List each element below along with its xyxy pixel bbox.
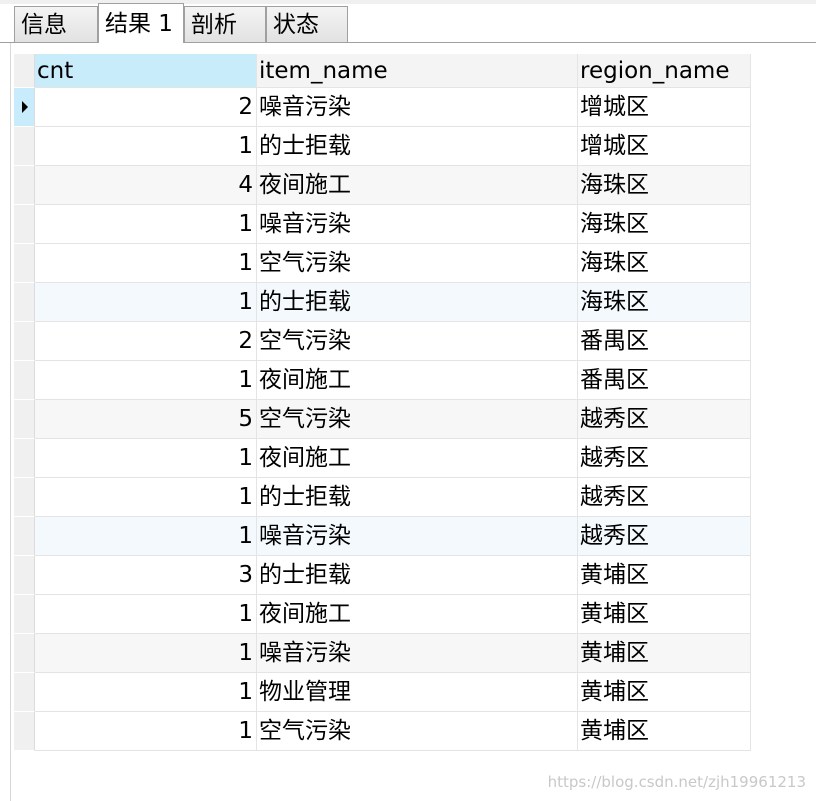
cell-cnt[interactable]: 1 — [35, 205, 257, 244]
cell-region-name[interactable]: 越秀区 — [578, 478, 751, 517]
row-indicator[interactable] — [14, 205, 35, 244]
cell-cnt[interactable]: 1 — [35, 244, 257, 283]
row-indicator[interactable] — [14, 244, 35, 283]
column-header-cnt[interactable]: cnt — [35, 54, 257, 88]
tab-status[interactable]: 状态 — [266, 6, 348, 42]
cell-item-name[interactable]: 空气污染 — [257, 322, 578, 361]
cell-item-name[interactable]: 噪音污染 — [257, 88, 578, 127]
cell-region-name[interactable]: 越秀区 — [578, 517, 751, 556]
result-grid-area[interactable]: cnt item_name region_name 2 噪音污染 增城区 1 的士拒载增… — [10, 43, 816, 801]
tab-bar: 信息 结果 1 剖析 状态 — [0, 0, 816, 43]
row-indicator[interactable] — [14, 322, 35, 361]
cell-item-name[interactable]: 物业管理 — [257, 673, 578, 712]
cell-cnt[interactable]: 1 — [35, 517, 257, 556]
cell-item-name[interactable]: 空气污染 — [257, 244, 578, 283]
cell-cnt[interactable]: 2 — [35, 88, 257, 127]
cell-cnt[interactable]: 1 — [35, 634, 257, 673]
row-indicator[interactable] — [14, 400, 35, 439]
cell-region-name[interactable]: 增城区 — [578, 127, 751, 166]
cell-cnt[interactable]: 1 — [35, 712, 257, 751]
row-indicator[interactable] — [14, 361, 35, 400]
cell-region-name[interactable]: 海珠区 — [578, 205, 751, 244]
cell-item-name[interactable]: 空气污染 — [257, 400, 578, 439]
cell-item-name[interactable]: 噪音污染 — [257, 205, 578, 244]
row-indicator[interactable] — [14, 166, 35, 205]
row-indicator[interactable] — [14, 439, 35, 478]
row-indicator[interactable] — [14, 595, 35, 634]
watermark: https://blog.csdn.net/zjh19961213 — [547, 773, 806, 791]
cell-region-name[interactable]: 番禺区 — [578, 361, 751, 400]
cell-cnt[interactable]: 1 — [35, 439, 257, 478]
column-header-region-name[interactable]: region_name — [578, 54, 751, 88]
cell-region-name[interactable]: 黄埔区 — [578, 634, 751, 673]
cell-item-name[interactable]: 噪音污染 — [257, 517, 578, 556]
row-indicator[interactable] — [14, 712, 35, 751]
row-indicator[interactable] — [14, 127, 35, 166]
row-indicator[interactable] — [14, 478, 35, 517]
column-header-item-name[interactable]: item_name — [257, 54, 578, 88]
cell-item-name[interactable]: 的士拒载 — [257, 478, 578, 517]
cell-region-name[interactable]: 海珠区 — [578, 244, 751, 283]
row-indicator[interactable] — [14, 517, 35, 556]
cell-cnt[interactable]: 1 — [35, 361, 257, 400]
cell-region-name[interactable]: 番禺区 — [578, 322, 751, 361]
cell-region-name[interactable]: 黄埔区 — [578, 595, 751, 634]
tab-result-1[interactable]: 结果 1 — [98, 3, 184, 43]
cell-cnt[interactable]: 1 — [35, 595, 257, 634]
row-indicator[interactable] — [14, 673, 35, 712]
tab-info[interactable]: 信息 — [14, 6, 98, 42]
cell-region-name[interactable]: 黄埔区 — [578, 556, 751, 595]
cell-item-name[interactable]: 夜间施工 — [257, 166, 578, 205]
cell-item-name[interactable]: 的士拒载 — [257, 556, 578, 595]
row-indicator[interactable] — [14, 556, 35, 595]
cell-item-name[interactable]: 夜间施工 — [257, 361, 578, 400]
cell-item-name[interactable]: 的士拒载 — [257, 283, 578, 322]
cell-item-name[interactable]: 空气污染 — [257, 712, 578, 751]
cell-cnt[interactable]: 4 — [35, 166, 257, 205]
cell-region-name[interactable]: 越秀区 — [578, 400, 751, 439]
cell-item-name[interactable]: 夜间施工 — [257, 595, 578, 634]
cell-region-name[interactable]: 越秀区 — [578, 439, 751, 478]
result-window: 信息 结果 1 剖析 状态 cnt item_name region_name … — [0, 0, 816, 801]
row-indicator-current[interactable] — [14, 88, 35, 127]
cell-region-name[interactable]: 黄埔区 — [578, 673, 751, 712]
current-row-arrow-icon — [22, 101, 28, 113]
cell-cnt[interactable]: 1 — [35, 478, 257, 517]
cell-cnt[interactable]: 1 — [35, 127, 257, 166]
cell-region-name[interactable]: 增城区 — [578, 88, 751, 127]
cell-region-name[interactable]: 海珠区 — [578, 166, 751, 205]
cell-cnt[interactable]: 5 — [35, 400, 257, 439]
cell-cnt[interactable]: 3 — [35, 556, 257, 595]
cell-cnt[interactable]: 1 — [35, 283, 257, 322]
cell-item-name[interactable]: 噪音污染 — [257, 634, 578, 673]
cell-region-name[interactable]: 黄埔区 — [578, 712, 751, 751]
row-indicator[interactable] — [14, 634, 35, 673]
cell-cnt[interactable]: 2 — [35, 322, 257, 361]
cell-region-name[interactable]: 海珠区 — [578, 283, 751, 322]
row-indicator[interactable] — [14, 283, 35, 322]
tab-profile[interactable]: 剖析 — [184, 6, 266, 42]
cell-item-name[interactable]: 夜间施工 — [257, 439, 578, 478]
cell-item-name[interactable]: 的士拒载 — [257, 127, 578, 166]
header-corner — [14, 54, 35, 88]
cell-cnt[interactable]: 1 — [35, 673, 257, 712]
